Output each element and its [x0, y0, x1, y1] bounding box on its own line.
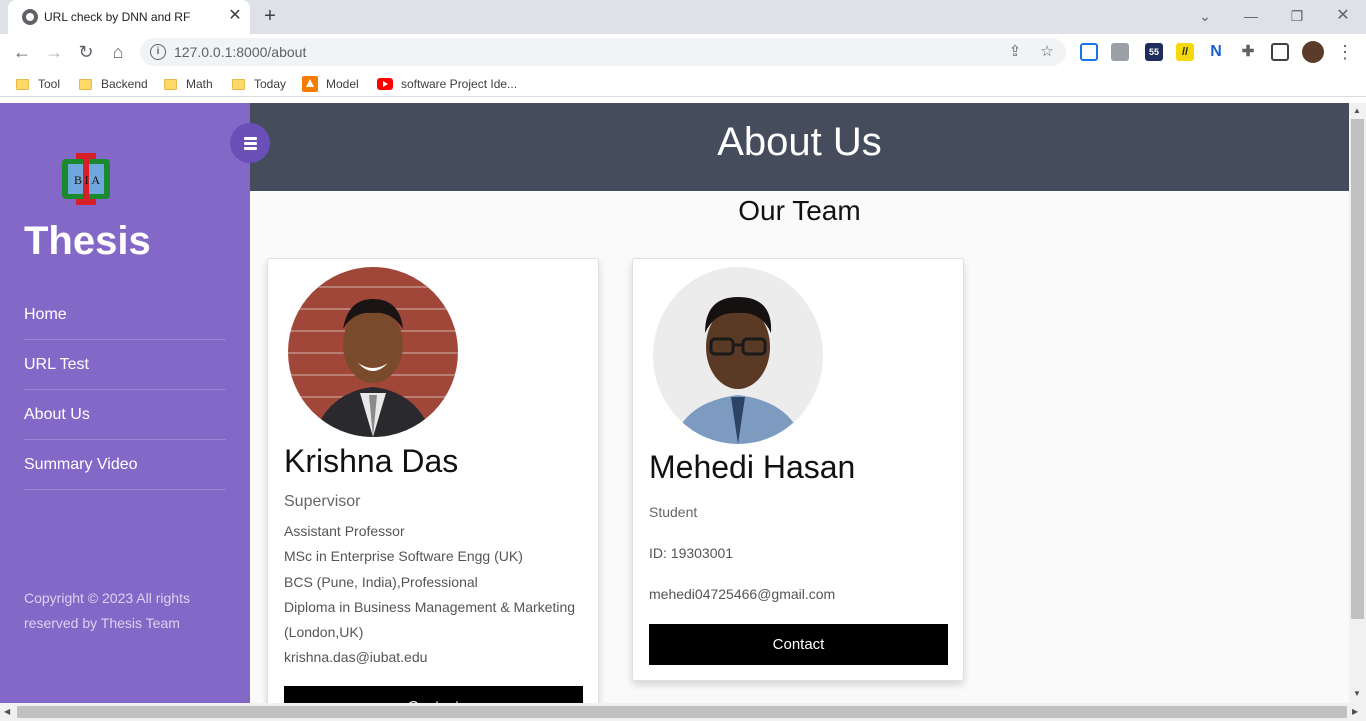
supervisor-photo: [288, 267, 458, 437]
brand-title: Thesis: [24, 219, 151, 263]
member-id: ID: 19303001: [649, 545, 734, 561]
profile-avatar[interactable]: [1302, 41, 1324, 63]
horizontal-scrollbar[interactable]: ◀ ▶: [0, 703, 1366, 721]
sidebar-item-summary-video[interactable]: Summary Video: [24, 440, 226, 490]
close-tab-icon[interactable]: ✕: [226, 7, 244, 25]
badge-extension-icon[interactable]: 55: [1145, 43, 1163, 61]
student-photo: [653, 267, 823, 444]
bookmarks-bar: Tool Backend Math Today Model software P…: [0, 71, 1366, 97]
contact-button[interactable]: Contact: [284, 686, 583, 703]
page-viewport: BIA Thesis Home URL Test About Us Summar…: [0, 103, 1349, 703]
page-title: About Us: [717, 120, 882, 164]
page-header: About Us: [250, 103, 1349, 191]
folder-icon: [16, 78, 29, 90]
screen-capture-extension-icon[interactable]: [1080, 43, 1098, 61]
vertical-scrollbar[interactable]: ▲ ▼: [1349, 103, 1366, 703]
member-email: krishna.das@iubat.edu: [284, 649, 428, 665]
sidebar-nav: Home URL Test About Us Summary Video: [24, 290, 226, 490]
globe-icon: [22, 9, 38, 25]
close-window-button[interactable]: ✕: [1331, 4, 1355, 28]
vertical-scroll-thumb[interactable]: [1351, 119, 1364, 619]
member-name: Mehedi Hasan: [649, 449, 856, 485]
hamburger-icon: [244, 137, 257, 140]
thesis-logo: BIA: [62, 153, 110, 205]
bookmark-math[interactable]: Math: [164, 75, 213, 93]
site-info-icon[interactable]: i: [150, 44, 166, 60]
member-role: Supervisor: [284, 493, 361, 510]
section-title: Our Team: [738, 195, 861, 226]
bookmark-tool[interactable]: Tool: [16, 75, 60, 93]
home-button[interactable]: ⌂: [106, 40, 130, 64]
folder-icon: [232, 78, 245, 90]
horizontal-scroll-thumb[interactable]: [17, 706, 1347, 718]
model-icon: [302, 76, 318, 92]
copyright-text: Copyright © 2023 All rights reserved by …: [24, 590, 190, 631]
reload-button[interactable]: ↻: [74, 40, 98, 64]
member-detail: Assistant Professor: [284, 523, 405, 539]
camera-extension-icon[interactable]: [1111, 43, 1129, 61]
member-detail: Diploma in Business Management & Marketi…: [284, 599, 576, 615]
bookmark-star-icon[interactable]: ☆: [1038, 43, 1056, 61]
scroll-up-arrow-icon[interactable]: ▲: [1353, 106, 1361, 115]
bookmark-model[interactable]: Model: [302, 75, 359, 93]
sidebar-item-about-us[interactable]: About Us: [24, 390, 226, 440]
yellow-extension-icon[interactable]: //: [1176, 43, 1194, 61]
bookmark-today[interactable]: Today: [232, 75, 286, 93]
sidebar-item-home[interactable]: Home: [24, 290, 226, 340]
forward-button[interactable]: →: [42, 40, 66, 64]
folder-icon: [79, 78, 92, 90]
member-detail: MSc in Enterprise Software Engg (UK): [284, 548, 523, 564]
new-tab-button[interactable]: +: [258, 5, 282, 29]
sidebar: BIA Thesis Home URL Test About Us Summar…: [0, 103, 250, 703]
extensions-puzzle-icon[interactable]: ✚: [1239, 43, 1257, 61]
member-email: mehedi04725466@gmail.com: [649, 586, 836, 602]
browser-tabstrip: URL check by DNN and RF ✕ + ⌄ — ❐ ✕: [0, 0, 1366, 34]
tab-title: URL check by DNN and RF: [44, 10, 191, 24]
url-text[interactable]: 127.0.0.1:8000/about: [174, 44, 306, 60]
contact-button[interactable]: Contact: [649, 624, 948, 665]
scroll-right-arrow-icon[interactable]: ▶: [1352, 707, 1358, 716]
member-detail: (London,UK): [284, 624, 364, 640]
folder-icon: [164, 78, 177, 90]
scroll-down-arrow-icon[interactable]: ▼: [1353, 689, 1361, 698]
sidebar-toggle-button[interactable]: [230, 123, 270, 163]
back-button[interactable]: ←: [10, 40, 34, 64]
minimize-button[interactable]: —: [1239, 4, 1263, 28]
team-card-supervisor: Krishna Das Supervisor Assistant Profess…: [267, 258, 599, 703]
menu-kebab-icon[interactable]: ⋮: [1333, 40, 1357, 64]
n-extension-icon[interactable]: N: [1207, 43, 1225, 61]
tab-search-icon[interactable]: ⌄: [1193, 4, 1217, 28]
side-panel-icon[interactable]: [1271, 43, 1289, 61]
restore-button[interactable]: ❐: [1285, 4, 1309, 28]
address-bar[interactable]: i 127.0.0.1:8000/about ⇪ ☆: [140, 38, 1066, 66]
bookmark-software-project[interactable]: software Project Ide...: [377, 75, 517, 93]
browser-toolbar: ← → ↻ ⌂ i 127.0.0.1:8000/about ⇪ ☆ 55 //…: [0, 34, 1366, 71]
member-role: Student: [649, 504, 698, 520]
youtube-icon: [377, 78, 393, 90]
browser-tab[interactable]: URL check by DNN and RF ✕: [8, 0, 250, 34]
team-card-student: Mehedi Hasan Student ID: 19303001 mehedi…: [632, 258, 964, 681]
member-name: Krishna Das: [284, 443, 459, 479]
svg-text:BIA: BIA: [74, 173, 100, 187]
sidebar-item-url-test[interactable]: URL Test: [24, 340, 226, 390]
share-icon[interactable]: ⇪: [1006, 43, 1024, 61]
member-detail: BCS (Pune, India),Professional: [284, 574, 478, 590]
bookmark-backend[interactable]: Backend: [79, 75, 148, 93]
scroll-left-arrow-icon[interactable]: ◀: [4, 707, 10, 716]
